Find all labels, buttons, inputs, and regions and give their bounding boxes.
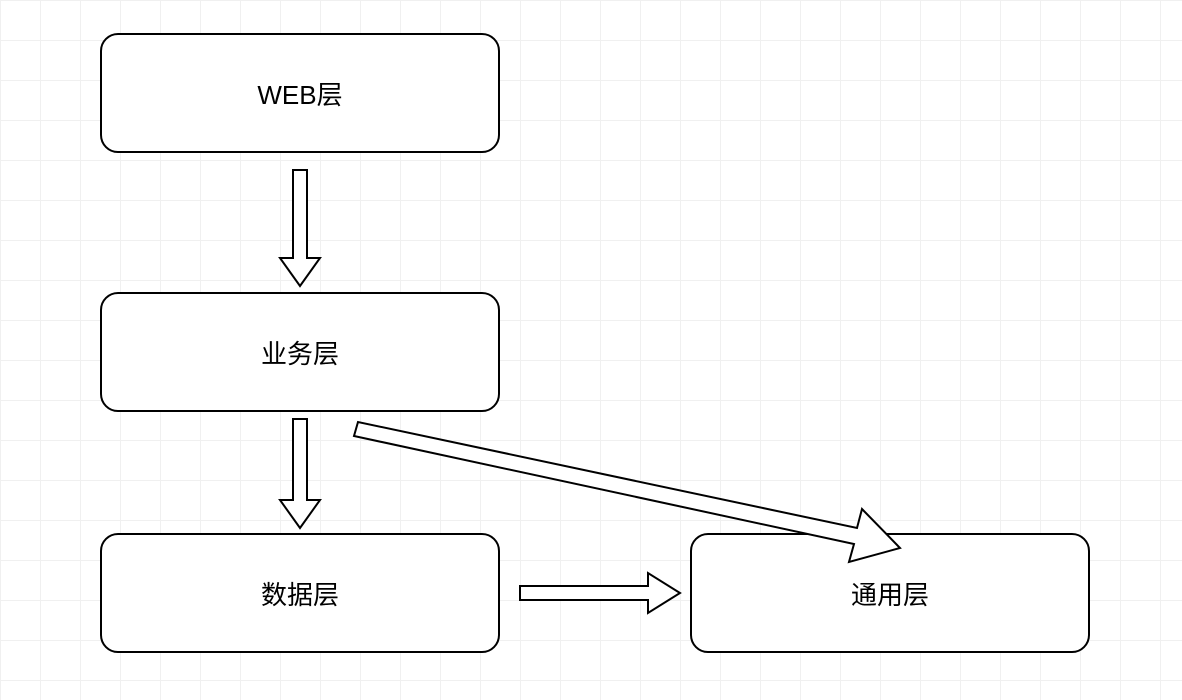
- node-business-label: 业务层: [261, 334, 339, 371]
- node-web-label: WEB层: [257, 75, 342, 112]
- arrow-web-to-business: [280, 170, 320, 286]
- node-common-label: 通用层: [851, 575, 929, 612]
- node-data-layer: 数据层: [100, 533, 500, 653]
- node-data-label: 数据层: [261, 575, 339, 612]
- node-business-layer: 业务层: [100, 292, 500, 412]
- node-web-layer: WEB层: [100, 33, 500, 153]
- arrow-data-to-common: [520, 573, 680, 613]
- node-common-layer: 通用层: [690, 533, 1090, 653]
- arrow-business-to-data: [280, 419, 320, 528]
